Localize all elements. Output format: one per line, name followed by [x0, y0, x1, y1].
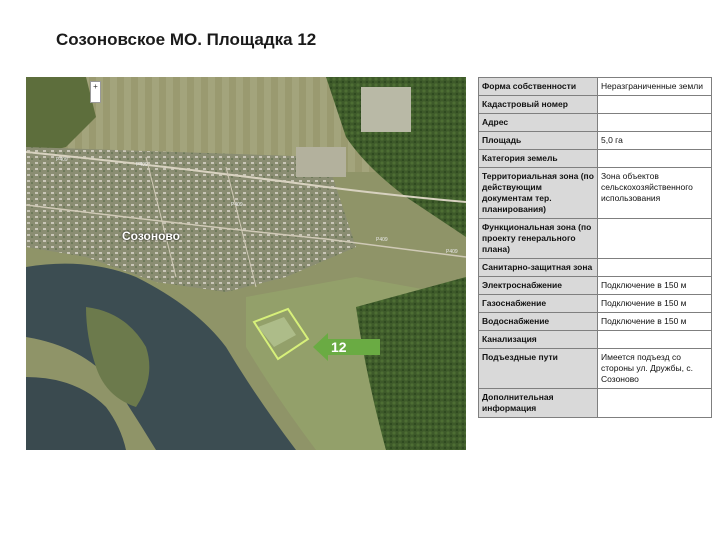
- satellite-map[interactable]: + Р409 Р409 Р409 Р409 Р409 Созоново 12: [26, 77, 466, 450]
- row-value: [597, 388, 712, 418]
- table-row: Форма собственности Неразграниченные земл…: [478, 77, 712, 96]
- table-row: Санитарно-защитная зона: [478, 258, 712, 277]
- table-row: Канализация: [478, 330, 712, 349]
- row-value: Зона объектов сельскохозяйственного испо…: [597, 167, 712, 219]
- row-key: Санитарно-защитная зона: [478, 258, 598, 277]
- row-value: 5,0 га: [597, 131, 712, 150]
- row-value: [597, 113, 712, 132]
- row-key: Категория земель: [478, 149, 598, 168]
- row-value: [597, 330, 712, 349]
- row-value: Подключение в 150 м: [597, 312, 712, 331]
- road-label: Р409: [136, 162, 148, 168]
- row-key: Территориальная зона (по действующим док…: [478, 167, 598, 219]
- row-key: Форма собственности: [478, 77, 598, 96]
- row-key: Водоснабжение: [478, 312, 598, 331]
- road-label: Р409: [231, 202, 243, 208]
- road-label: Р409: [376, 237, 388, 243]
- road-label: Р409: [56, 157, 68, 163]
- row-key: Подъездные пути: [478, 348, 598, 389]
- zoom-button[interactable]: +: [90, 81, 101, 103]
- map-image: [26, 77, 466, 450]
- table-row: Категория земель: [478, 149, 712, 168]
- row-key: Кадастровый номер: [478, 95, 598, 114]
- row-key: Канализация: [478, 330, 598, 349]
- village-label: Созоново: [122, 229, 180, 243]
- table-row: Подъездные пути Имеется подъезд со сторон…: [478, 348, 712, 389]
- row-key: Электроснабжение: [478, 276, 598, 295]
- row-value: [597, 95, 712, 114]
- site-info-table: Форма собственности Неразграниченные земл…: [478, 77, 712, 418]
- row-value: [597, 258, 712, 277]
- table-row: Дополнительная информация: [478, 388, 712, 418]
- row-value: Неразграниченные земли: [597, 77, 712, 96]
- table-row: Водоснабжение Подключение в 150 м: [478, 312, 712, 331]
- table-row: Адрес: [478, 113, 712, 132]
- row-value: Имеется подъезд со стороны ул. Дружбы, с…: [597, 348, 712, 389]
- row-key: Газоснабжение: [478, 294, 598, 313]
- row-key: Площадь: [478, 131, 598, 150]
- row-key: Адрес: [478, 113, 598, 132]
- road-label: Р409: [446, 249, 458, 255]
- row-key: Дополнительная информация: [478, 388, 598, 418]
- site-number-label: 12: [331, 339, 347, 355]
- table-row: Газоснабжение Подключение в 150 м: [478, 294, 712, 313]
- page-title: Созоновское МО. Площадка 12: [56, 30, 317, 49]
- table-row: Функциональная зона (по проекту генераль…: [478, 218, 712, 259]
- row-value: [597, 218, 712, 259]
- row-value: [597, 149, 712, 168]
- row-value: Подключение в 150 м: [597, 276, 712, 295]
- table-row: Кадастровый номер: [478, 95, 712, 114]
- table-row: Электроснабжение Подключение в 150 м: [478, 276, 712, 295]
- table-row: Площадь 5,0 га: [478, 131, 712, 150]
- row-value: Подключение в 150 м: [597, 294, 712, 313]
- row-key: Функциональная зона (по проекту генераль…: [478, 218, 598, 259]
- table-row: Территориальная зона (по действующим док…: [478, 167, 712, 219]
